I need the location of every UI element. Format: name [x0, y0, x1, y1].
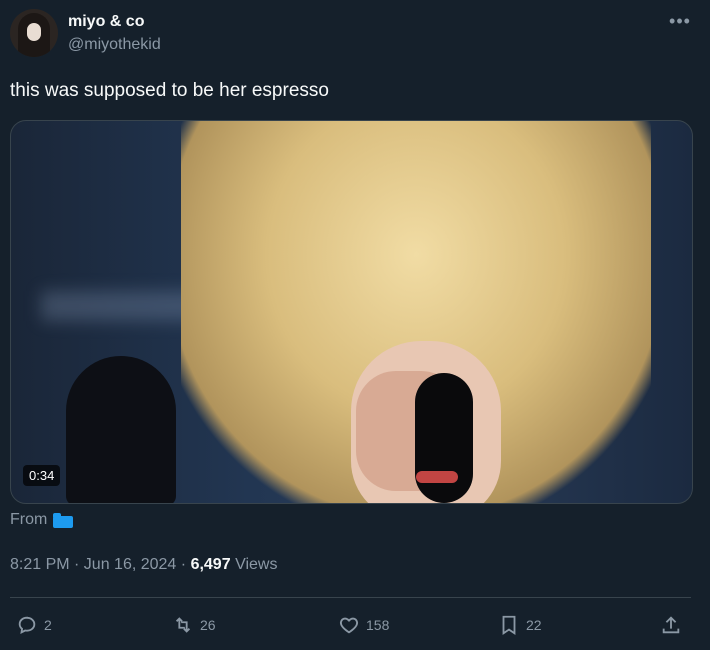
background-person — [66, 356, 176, 503]
tweet-text: this was supposed to be her espresso — [10, 80, 329, 101]
repost-icon — [175, 617, 191, 633]
author-handle[interactable]: @miyothekid — [68, 36, 161, 54]
avatar[interactable] — [10, 9, 58, 57]
bookmark-icon — [502, 615, 516, 635]
heart-icon — [340, 617, 358, 634]
timestamp[interactable]: 8:21 PM · Jun 16, 2024 — [10, 556, 176, 573]
more-icon[interactable]: ••• — [666, 11, 694, 31]
bookmark-button[interactable]: 22 — [498, 612, 542, 638]
bookmark-count: 22 — [526, 617, 542, 633]
singer-lips — [416, 471, 458, 483]
action-bar: 2 26 158 22 — [10, 612, 691, 638]
share-button[interactable] — [660, 612, 682, 638]
divider — [10, 597, 691, 598]
reply-count: 2 — [44, 617, 52, 633]
like-button[interactable]: 158 — [338, 612, 389, 638]
from-label: From — [10, 511, 48, 528]
repost-count: 26 — [200, 617, 216, 633]
views-label: Views — [235, 556, 278, 573]
reply-button[interactable]: 2 — [16, 612, 52, 638]
video-player[interactable]: 0:34 — [10, 120, 693, 504]
share-icon — [662, 616, 680, 634]
video-duration: 0:34 — [23, 465, 61, 486]
author-name[interactable]: miyo & co — [68, 13, 144, 31]
views-count[interactable]: 6,497 — [191, 556, 231, 573]
microphone — [415, 373, 473, 503]
folder-icon[interactable] — [53, 512, 74, 528]
like-count: 158 — [366, 617, 390, 633]
tweet-meta: 8:21 PM · Jun 16, 2024 · 6,497 Views — [10, 556, 277, 574]
reply-icon — [18, 616, 36, 634]
separator: · — [180, 556, 191, 573]
repost-button[interactable]: 26 — [172, 612, 216, 638]
from-row: From — [10, 511, 74, 529]
avatar-face — [27, 23, 41, 41]
